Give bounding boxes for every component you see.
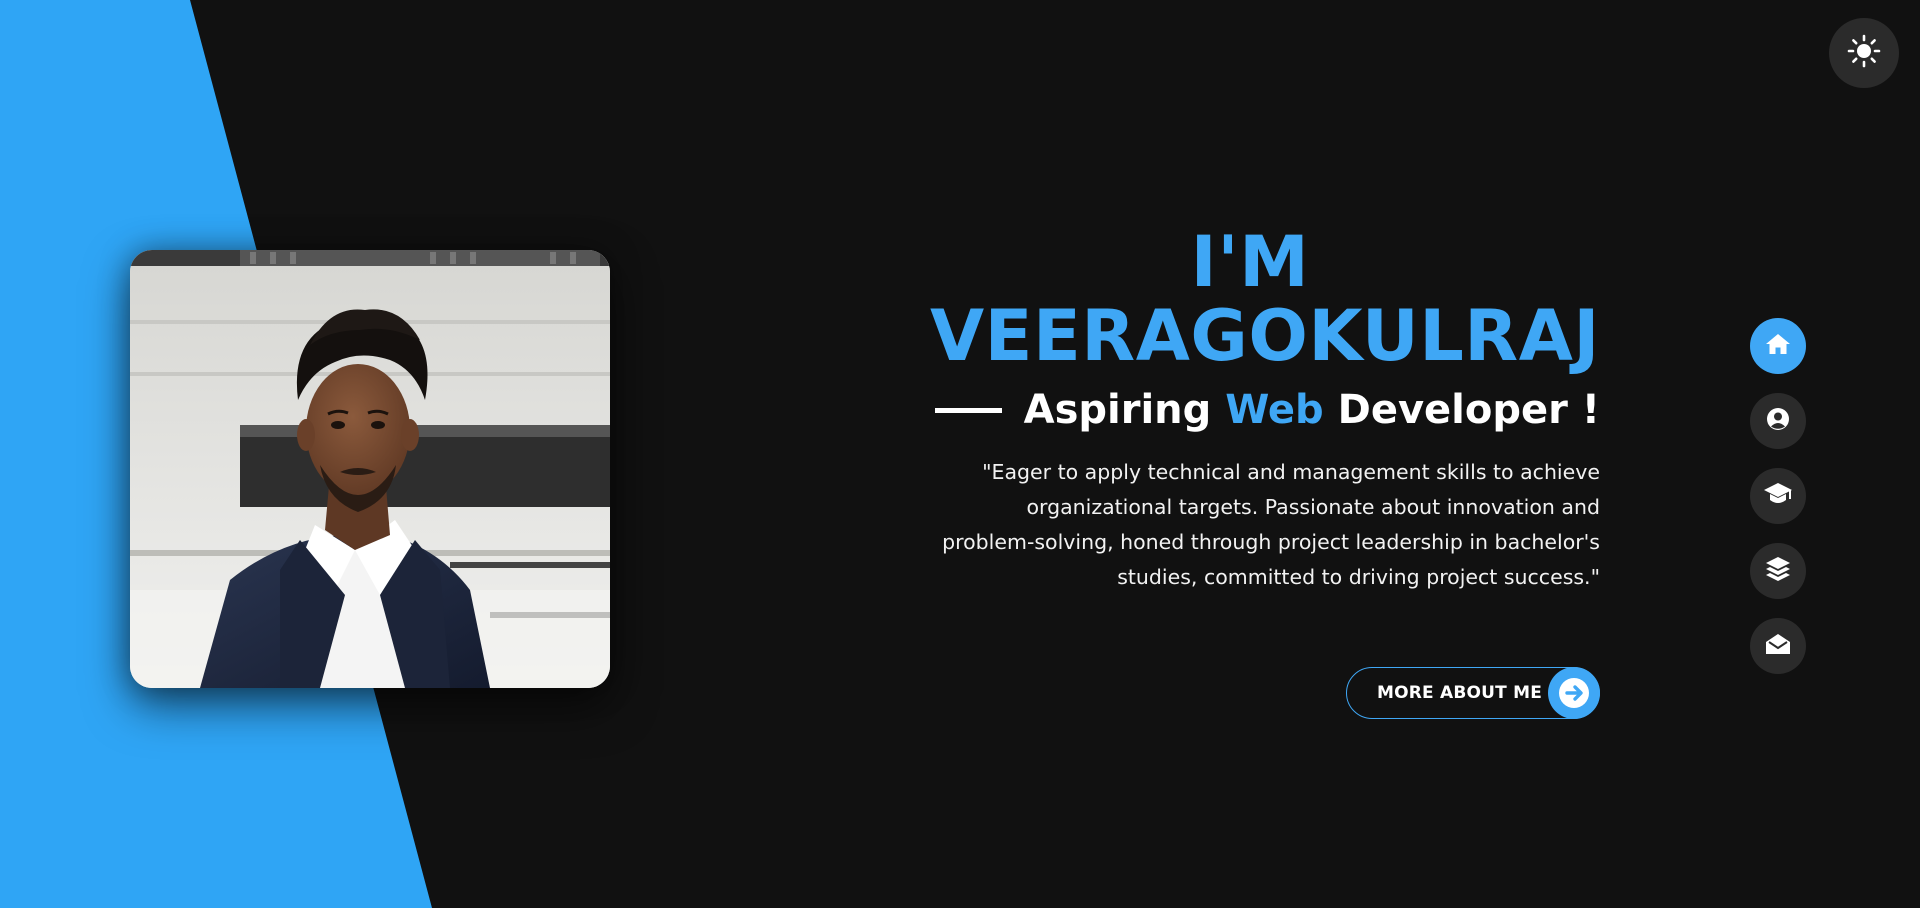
user-icon — [1766, 407, 1790, 435]
hero-greeting: I'M VEERAGOKULRAJ — [930, 221, 1600, 377]
nav-item-about[interactable] — [1750, 393, 1806, 449]
more-about-me-button[interactable]: MORE ABOUT ME — [1346, 667, 1600, 719]
arrow-right-circle-icon — [1548, 667, 1600, 719]
cta-label: MORE ABOUT ME — [1377, 683, 1543, 703]
hero-subtitle: Aspiring Web Developer ! — [1024, 387, 1600, 433]
greeting-line-1: I'M — [1190, 221, 1310, 303]
hero-description: "Eager to apply technical and management… — [942, 460, 1600, 589]
subtitle-part-1: Aspiring — [1023, 387, 1226, 433]
nav-item-portfolio[interactable] — [1750, 543, 1806, 599]
home-icon — [1765, 332, 1791, 360]
nav-item-home[interactable] — [1750, 318, 1806, 374]
page: I'M VEERAGOKULRAJ Aspiring Web Developer… — [0, 0, 1920, 908]
theme-toggle-button[interactable] — [1829, 18, 1899, 88]
subtitle-highlight: Web — [1225, 387, 1324, 433]
subtitle-row: Aspiring Web Developer ! — [935, 387, 1600, 433]
graduation-cap-icon — [1763, 481, 1793, 511]
layers-icon — [1765, 556, 1791, 586]
subtitle-dash — [935, 407, 1002, 413]
greeting-name: VEERAGOKULRAJ — [930, 295, 1600, 377]
side-nav — [1750, 318, 1806, 693]
nav-item-education[interactable] — [1750, 468, 1806, 524]
sun-icon — [1847, 34, 1881, 72]
envelope-open-icon — [1765, 632, 1791, 660]
hero-section: I'M VEERAGOKULRAJ Aspiring Web Developer… — [930, 225, 1600, 595]
profile-photo — [130, 250, 610, 688]
subtitle-part-2: Developer ! — [1323, 387, 1600, 433]
nav-item-contact[interactable] — [1750, 618, 1806, 674]
